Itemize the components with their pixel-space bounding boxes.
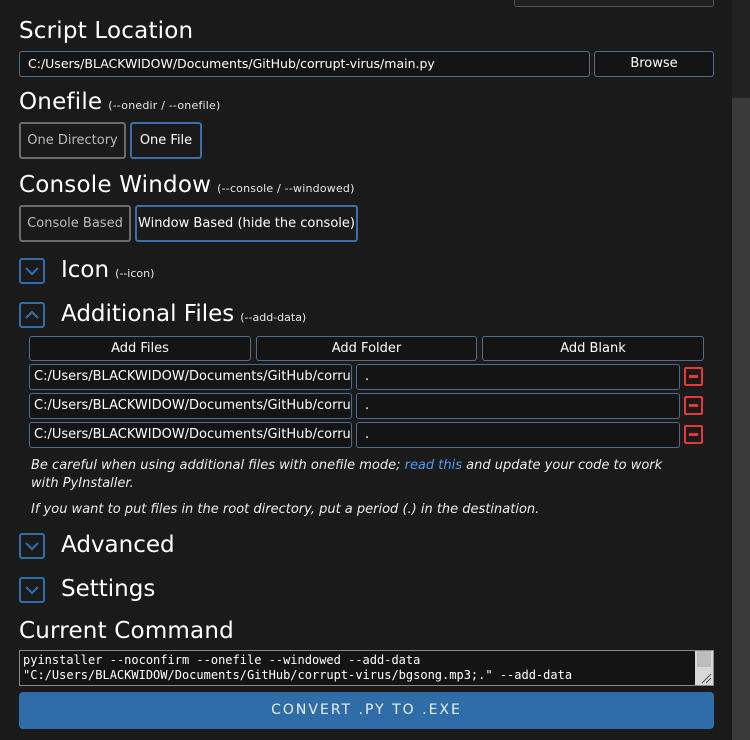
- remove-row-button[interactable]: [684, 425, 703, 444]
- current-command-textarea[interactable]: pyinstaller --noconfirm --onefile --wind…: [19, 650, 714, 686]
- convert-button[interactable]: CONVERT .PY TO .EXE: [19, 692, 714, 729]
- icon-section-hint: (--icon): [115, 267, 155, 280]
- add-blank-button[interactable]: Add Blank: [482, 336, 704, 361]
- file-destination-input[interactable]: .: [356, 393, 680, 419]
- file-source-input[interactable]: C:/Users/BLACKWIDOW/Documents/GitHub/cor…: [29, 364, 352, 390]
- file-destination-input[interactable]: .: [356, 422, 680, 448]
- chevron-up-icon: [25, 310, 39, 319]
- additional-files-hint: (--add-data): [240, 311, 307, 324]
- settings-section-toggle[interactable]: [19, 577, 45, 603]
- icon-section-label: Icon: [61, 257, 110, 283]
- current-command-title: Current Command: [19, 618, 234, 644]
- chevron-down-icon: [25, 267, 39, 276]
- remove-row-button[interactable]: [684, 367, 703, 386]
- onefile-title: Onefile (--onedir / --onefile): [19, 89, 221, 115]
- root-directory-note: If you want to put files in the root dir…: [31, 502, 540, 517]
- onefile-label: Onefile: [19, 89, 103, 115]
- one-directory-option[interactable]: One Directory: [19, 122, 126, 159]
- window-based-option[interactable]: Window Based (hide the console): [135, 205, 358, 242]
- additional-files-title[interactable]: Additional Files (--add-data): [61, 301, 306, 327]
- icon-section-title[interactable]: Icon (--icon): [61, 257, 154, 283]
- script-path-input[interactable]: C:/Users/BLACKWIDOW/Documents/GitHub/cor…: [19, 51, 590, 77]
- additional-files-toggle[interactable]: [19, 302, 45, 328]
- console-window-label: Console Window: [19, 172, 212, 198]
- onefile-hint: (--onedir / --onefile): [108, 99, 221, 112]
- onefile-warning-note: Be careful when using additional files w…: [31, 457, 691, 493]
- browse-button[interactable]: Browse: [594, 51, 714, 77]
- console-window-title: Console Window (--console / --windowed): [19, 172, 355, 198]
- script-location-title: Script Location: [19, 18, 194, 44]
- advanced-section-title[interactable]: Advanced: [61, 532, 175, 558]
- resize-grip-icon[interactable]: [700, 672, 712, 684]
- chevron-down-icon: [25, 542, 39, 551]
- additional-files-label: Additional Files: [61, 301, 235, 327]
- window-scrollbar-thumb[interactable]: [732, 98, 750, 740]
- previous-control-remnant: [514, 0, 714, 7]
- chevron-down-icon: [25, 586, 39, 595]
- icon-section-toggle[interactable]: [19, 258, 45, 284]
- console-window-hint: (--console / --windowed): [217, 182, 355, 195]
- settings-section-title[interactable]: Settings: [61, 576, 155, 602]
- file-destination-input[interactable]: .: [356, 364, 680, 390]
- remove-row-button[interactable]: [684, 396, 703, 415]
- file-source-input[interactable]: C:/Users/BLACKWIDOW/Documents/GitHub/cor…: [29, 422, 352, 448]
- one-file-option[interactable]: One File: [130, 122, 202, 159]
- file-source-input[interactable]: C:/Users/BLACKWIDOW/Documents/GitHub/cor…: [29, 393, 352, 419]
- add-files-button[interactable]: Add Files: [29, 336, 251, 361]
- add-folder-button[interactable]: Add Folder: [256, 336, 477, 361]
- console-based-option[interactable]: Console Based: [19, 205, 131, 242]
- note-text-before: Be careful when using additional files w…: [31, 458, 405, 473]
- command-scroll-up-icon[interactable]: [697, 651, 711, 667]
- advanced-section-toggle[interactable]: [19, 533, 45, 559]
- read-this-link[interactable]: read this: [405, 458, 462, 473]
